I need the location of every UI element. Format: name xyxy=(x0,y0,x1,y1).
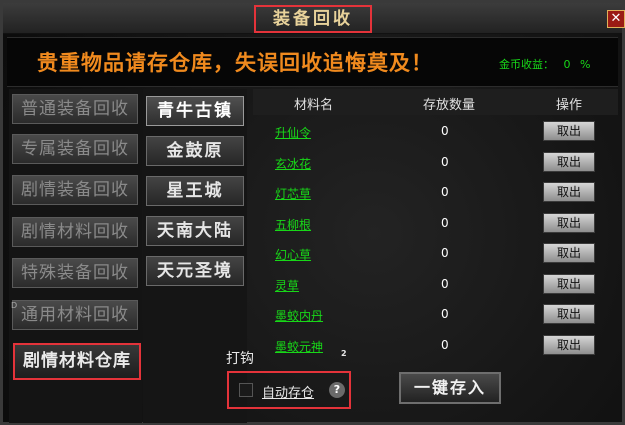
take-out-button[interactable]: 取出 xyxy=(543,121,595,141)
stored-qty: 0 xyxy=(441,124,449,138)
region-tianyuan-realm[interactable]: 天元圣境 xyxy=(146,256,244,286)
region-tiannan-continent[interactable]: 天南大陆 xyxy=(146,216,244,246)
store-all-button[interactable]: 一键存入 xyxy=(399,372,501,404)
stored-qty: 0 xyxy=(441,337,449,352)
window-title: 装备回收 xyxy=(254,5,372,33)
tab-special-equip-recycle[interactable]: 特殊装备回收 xyxy=(12,258,138,288)
tab-normal-equip-recycle[interactable]: 普通装备回收 xyxy=(12,94,138,124)
gold-income: 金币收益： 0 % xyxy=(499,56,596,72)
table-row: 灵草 0 取出 xyxy=(253,272,618,298)
material-name-link[interactable]: 灵草 xyxy=(275,277,299,294)
equipment-recycle-window: 装备回收 ✕ 贵重物品请存仓库，失误回收追悔莫及！ 金币收益： 0 % 普通装备… xyxy=(0,0,625,425)
material-name-link[interactable]: 灯芯草 xyxy=(275,185,311,202)
table-row: 墨蛟元神 0 取出 xyxy=(253,333,618,359)
region-qingniu-town[interactable]: 青牛古镇 xyxy=(146,96,244,126)
table-header: 材料名 存放数量 操作 xyxy=(253,89,618,115)
take-out-button[interactable]: 取出 xyxy=(543,243,595,263)
material-name-link[interactable]: 升仙令 xyxy=(275,124,311,141)
region-jingu-plain[interactable]: 金鼓原 xyxy=(146,136,244,166)
stored-qty: 0 xyxy=(441,307,449,321)
small-mark: D xyxy=(11,301,18,310)
material-name-link[interactable]: 幻心草 xyxy=(275,246,311,263)
header-stored-qty: 存放数量 xyxy=(423,98,476,113)
header-action: 操作 xyxy=(556,98,583,113)
table-row: 升仙令 0 取出 xyxy=(253,119,618,145)
gold-income-value: 0 xyxy=(563,58,571,71)
gold-income-label: 金币收益： xyxy=(499,58,554,71)
take-out-button[interactable]: 取出 xyxy=(543,212,595,233)
stored-qty: 0 xyxy=(441,246,449,260)
stored-qty: 0 xyxy=(441,215,449,230)
auto-store-checkbox[interactable] xyxy=(239,383,253,397)
tab-story-material-warehouse[interactable]: 剧情材料仓库 xyxy=(13,343,141,380)
header-material-name: 材料名 xyxy=(294,98,334,113)
annotation-number: 2 xyxy=(341,349,347,358)
table-row: 灯芯草 0 取出 xyxy=(253,180,618,206)
take-out-button[interactable]: 取出 xyxy=(543,334,595,355)
table-row: 幻心草 0 取出 xyxy=(253,241,618,267)
stored-qty: 0 xyxy=(441,276,449,291)
material-name-link[interactable]: 玄冰花 xyxy=(275,155,311,172)
table-row: 墨蛟内丹 0 取出 xyxy=(253,302,618,328)
table-row: 玄冰花 0 取出 xyxy=(253,150,618,176)
gold-income-unit: % xyxy=(580,58,591,71)
material-name-link[interactable]: 墨蛟内丹 xyxy=(275,307,323,324)
tab-story-material-recycle[interactable]: 剧情材料回收 xyxy=(12,217,138,247)
region-xingwang-city[interactable]: 星王城 xyxy=(146,176,244,206)
stored-qty: 0 xyxy=(441,185,449,199)
title-bar: 装备回收 ✕ xyxy=(3,3,625,34)
warning-bar: 贵重物品请存仓库，失误回收追悔莫及！ 金币收益： 0 % xyxy=(7,37,618,87)
take-out-button[interactable]: 取出 xyxy=(543,182,595,202)
take-out-button[interactable]: 取出 xyxy=(543,304,595,324)
close-button[interactable]: ✕ xyxy=(607,10,625,28)
auto-store-label[interactable]: 自动存仓 xyxy=(262,382,314,401)
auto-store-group: 自动存仓 ? xyxy=(227,371,351,409)
stored-qty: 0 xyxy=(441,154,449,169)
hook-annotation: 打钩 xyxy=(226,351,254,367)
warning-text: 贵重物品请存仓库，失误回收追悔莫及！ xyxy=(37,50,433,75)
materials-table: 材料名 存放数量 操作 升仙令 0 取出 玄冰花 0 取出 灯芯草 0 取出 五柳根 0 取出 幻心草 0… xyxy=(253,89,618,357)
material-name-link[interactable]: 墨蛟元神 xyxy=(275,338,323,355)
help-icon[interactable]: ? xyxy=(329,382,345,398)
tab-general-material-recycle[interactable]: 通用材料回收 xyxy=(12,300,138,330)
take-out-button[interactable]: 取出 xyxy=(543,273,595,294)
material-name-link[interactable]: 五柳根 xyxy=(275,216,311,233)
take-out-button[interactable]: 取出 xyxy=(543,151,595,172)
tab-exclusive-equip-recycle[interactable]: 专属装备回收 xyxy=(12,134,138,164)
table-row: 五柳根 0 取出 xyxy=(253,211,618,237)
tab-story-equip-recycle[interactable]: 剧情装备回收 xyxy=(12,175,138,205)
